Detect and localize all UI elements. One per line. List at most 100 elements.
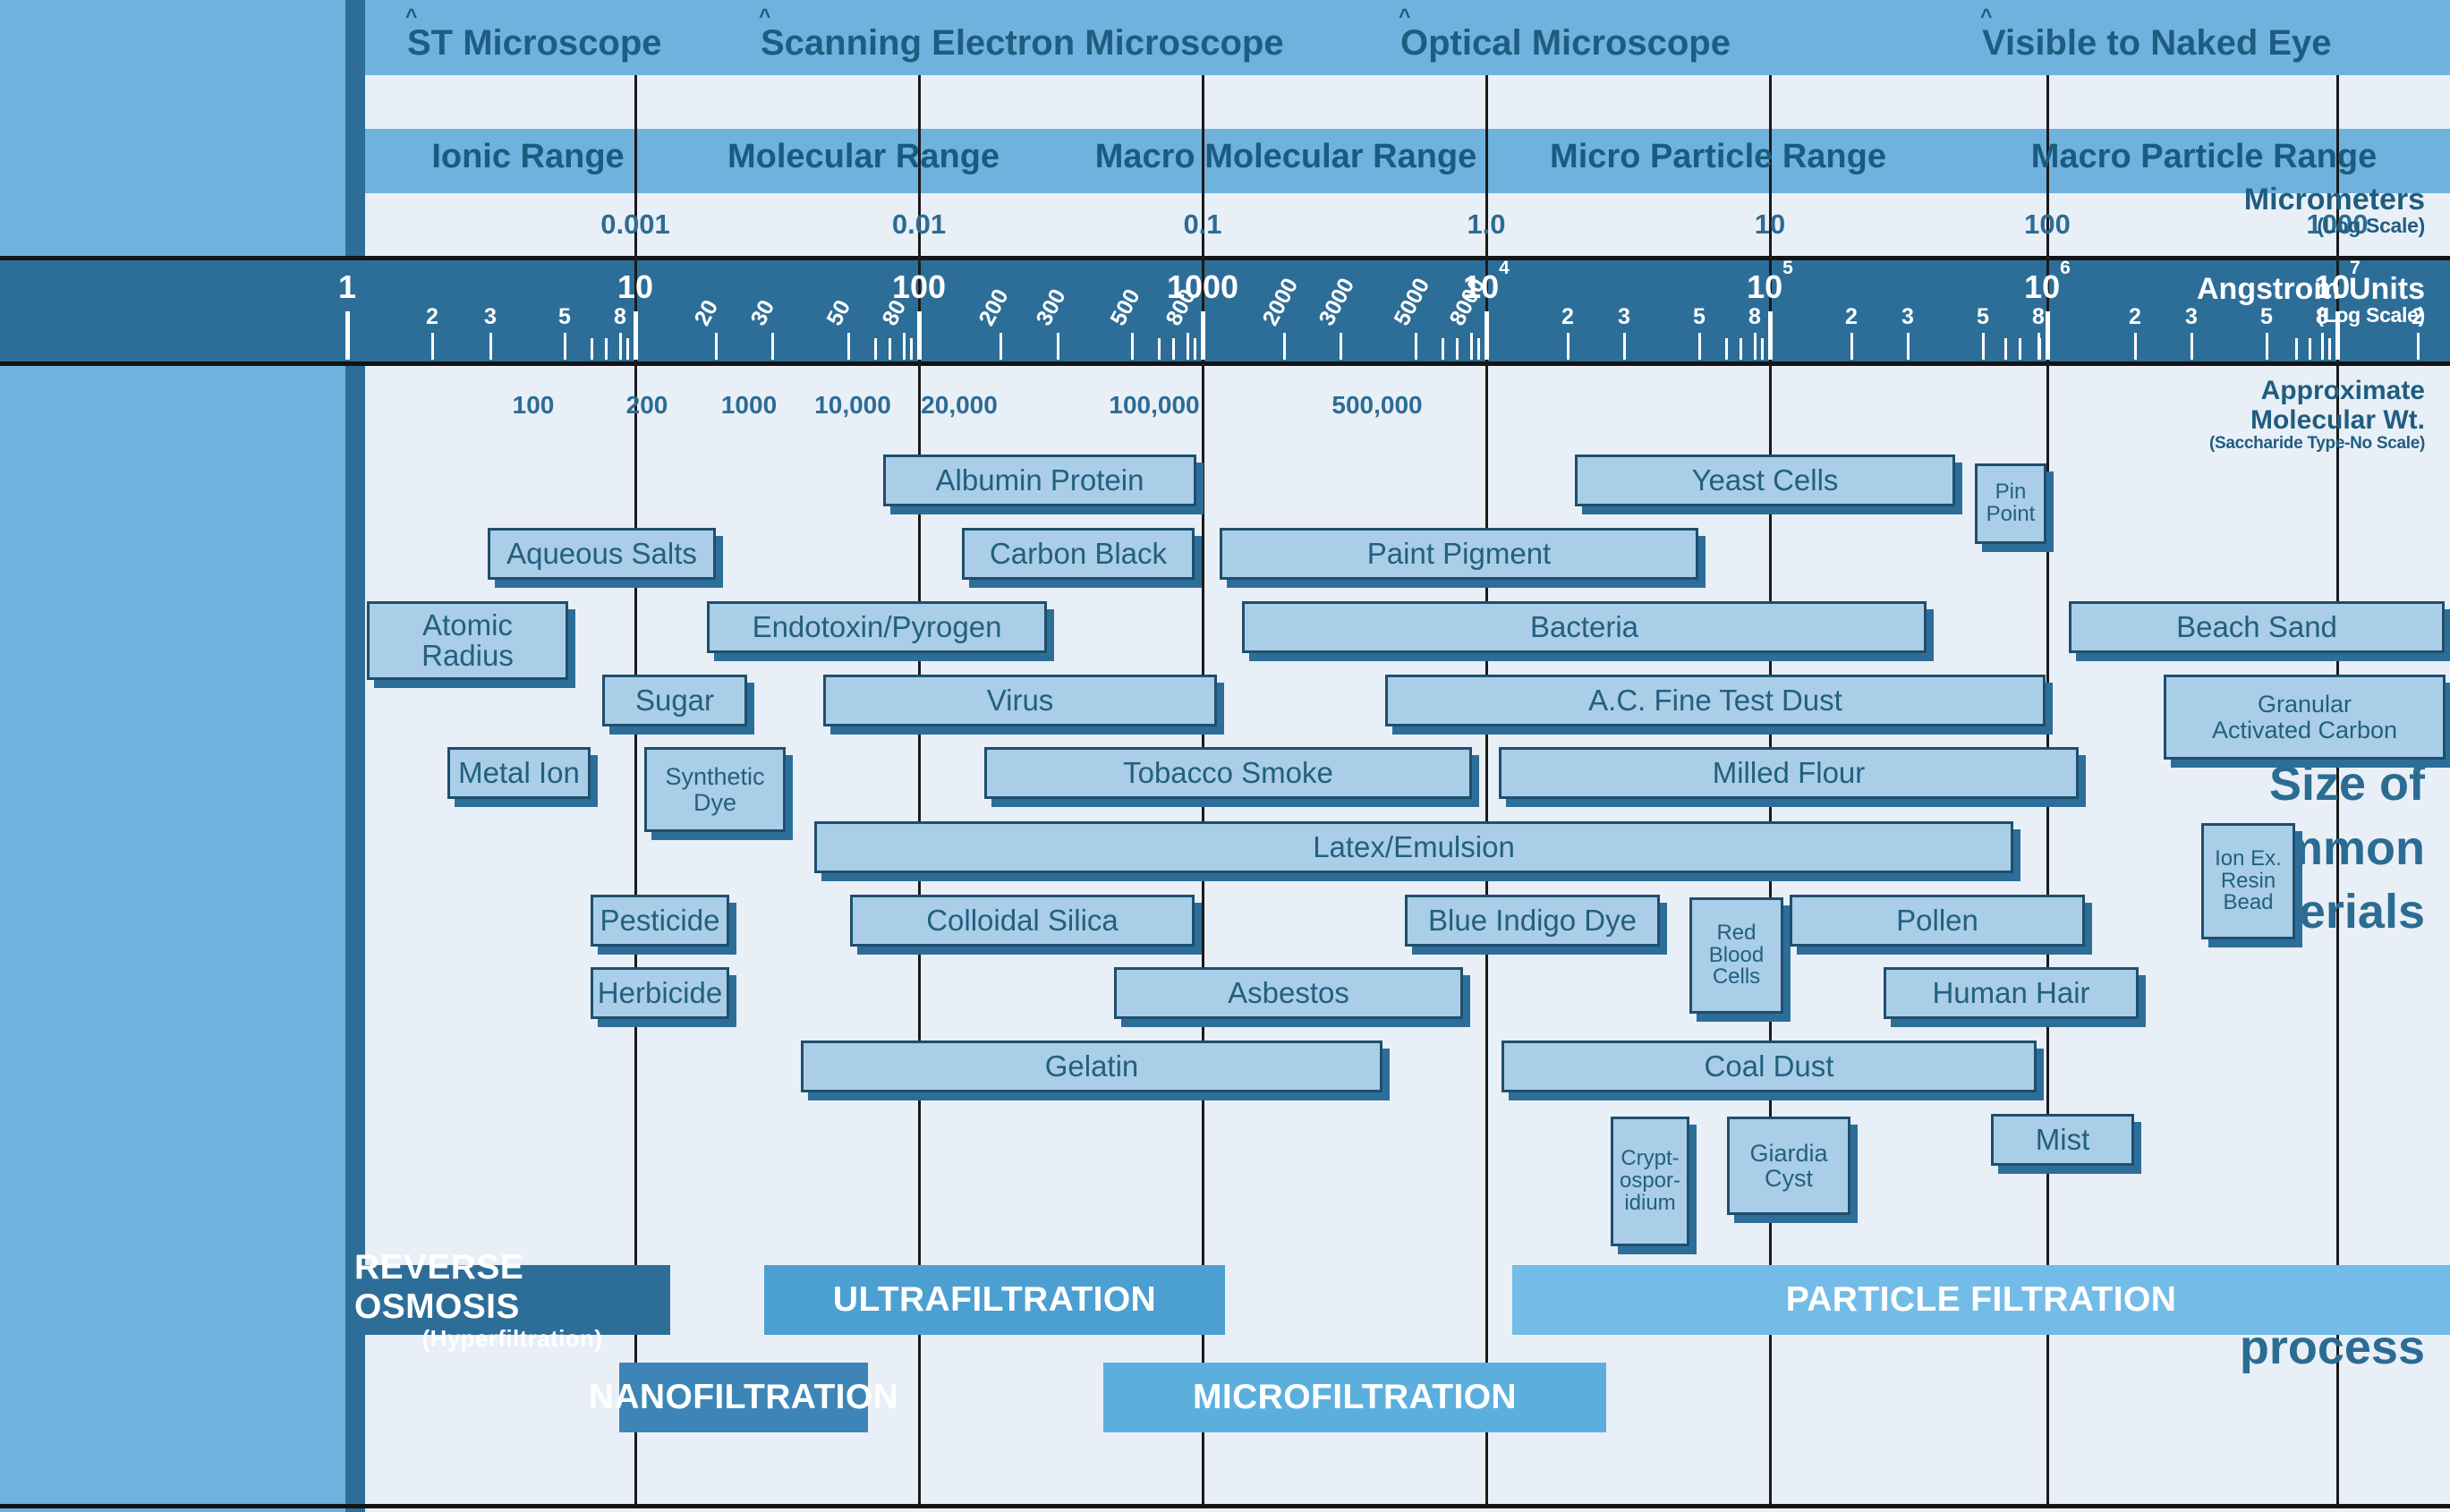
angstrom-major-tick	[1484, 311, 1489, 360]
row-label-micrometers: Micrometers (Log Scale)	[2243, 183, 2426, 236]
material-label: Asbestos	[1228, 975, 1349, 1009]
angstrom-minor-0: 2	[426, 304, 438, 329]
material-bar: Blue Indigo Dye	[1405, 895, 1660, 947]
angstrom-minor-tick	[489, 333, 492, 360]
separation-process-bar: ULTRAFILTRATION	[764, 1265, 1225, 1335]
material-label: Coal Dust	[1704, 1049, 1834, 1083]
material-bar: Milled Flour	[1499, 747, 2079, 799]
material-label: Metal Ion	[458, 755, 580, 789]
angstrom-subtick	[1456, 338, 1459, 360]
material-label: Milled Flour	[1712, 755, 1866, 789]
angstrom-subtick	[1158, 338, 1161, 360]
angstrom-minor-21: 3	[1901, 304, 1914, 329]
spacer-band	[365, 75, 2450, 129]
angstrom-minor-tick	[1131, 333, 1134, 360]
material-label: Crypt-ospor-idium	[1619, 1146, 1681, 1215]
angstrom-subtick	[2309, 338, 2311, 360]
separation-process-bar: MICROFILTRATION	[1103, 1363, 1606, 1432]
angstrom-minor-tick	[715, 333, 718, 360]
angstrom-minor-tick	[1907, 333, 1910, 360]
material-bar: Bacteria	[1242, 601, 1927, 653]
caret-icon: ^	[1980, 4, 1993, 28]
material-bar: Herbicide	[591, 967, 729, 1019]
angstrom-major-2: 100	[892, 268, 946, 306]
angstrom-subtick	[605, 338, 608, 360]
angstrom-minor-tick	[1698, 333, 1701, 360]
micrometers-title: Micrometers	[2243, 183, 2425, 217]
angstrom-major-5: 105	[1747, 258, 1793, 306]
size-range-2: Macro Molecular Range	[1094, 138, 1477, 175]
material-bar: Latex/Emulsion	[814, 821, 2013, 873]
angstrom-minor-22: 5	[1977, 304, 1989, 329]
material-bar: Sugar	[602, 675, 747, 726]
angstrom-subtick	[2328, 338, 2331, 360]
caret-icon: ^	[759, 4, 771, 28]
observation-method-label: Optical Microscope	[1400, 23, 1731, 63]
material-bar: Endotoxin/Pyrogen	[707, 601, 1047, 653]
material-label: Latex/Emulsion	[1313, 829, 1515, 863]
material-label: Tobacco Smoke	[1123, 755, 1333, 789]
angstrom-minor-1: 3	[484, 304, 497, 329]
material-bar: Virus	[823, 675, 1217, 726]
material-label: Ion Ex. Resin Bead	[2215, 845, 2282, 915]
angstrom-major-1: 10	[617, 268, 653, 306]
material-bar: Giardia Cyst	[1727, 1117, 1850, 1215]
material-label: Gelatin	[1044, 1049, 1139, 1083]
angstrom-minor-tick	[1000, 333, 1002, 360]
material-bar: Pollen	[1790, 895, 2085, 947]
material-label: Bacteria	[1529, 609, 1639, 643]
material-label: Granular Activated Carbon	[2211, 691, 2398, 743]
molecular-weight-tick-3: 10,000	[814, 391, 891, 419]
observation-method-2: ^ Optical Microscope	[1399, 4, 1731, 64]
angstrom-subtick	[2038, 338, 2041, 360]
material-label: Giardia Cyst	[1749, 1139, 1828, 1192]
angstrom-minor-tick	[1470, 333, 1473, 360]
molwt-subtitle: (Saccharide Type-No Scale)	[2208, 434, 2425, 453]
angstrom-minor-tick	[1850, 333, 1853, 360]
angstrom-major-tick	[1768, 311, 1773, 360]
material-bar: Albumin Protein	[883, 454, 1196, 506]
angstrom-minor-tick	[619, 333, 622, 360]
angstrom-subtick	[626, 338, 629, 360]
relative-size-line-1: Size of	[2268, 757, 2425, 811]
angstrom-major-label: 1	[337, 268, 357, 305]
material-bar: Coal Dust	[1501, 1041, 2037, 1092]
angstrom-minor-tick	[1567, 333, 1570, 360]
left-label-column	[0, 0, 345, 1512]
material-label: Mist	[2035, 1122, 2090, 1156]
angstrom-minor-tick	[2266, 333, 2268, 360]
material-bar: Pin Point	[1975, 463, 2046, 544]
material-bar: Human Hair	[1884, 967, 2139, 1019]
angstrom-band-top-rule	[0, 256, 2450, 260]
material-bar: Pesticide	[591, 895, 729, 947]
angstrom-minor-tick	[1187, 333, 1189, 360]
angstrom-minor-tick	[1057, 333, 1059, 360]
micrometer-band	[365, 193, 2450, 260]
angstrom-subtitle: (Log Scale)	[2317, 302, 2425, 327]
angstrom-major-tick	[1201, 311, 1205, 360]
molecular-weight-tick-6: 500,000	[1331, 391, 1423, 419]
size-range-0: Ionic Range	[431, 138, 625, 175]
filtration-spectrum-chart: ^ ST Microscope ^ Scanning Electron Microsc…	[0, 0, 2450, 1512]
angstrom-title: Angstrom Units	[2197, 272, 2425, 306]
angstrom-minor-20: 2	[1845, 304, 1858, 329]
separation-process-sublabel: (Hyperfiltration)	[421, 1324, 603, 1352]
material-label: Albumin Protein	[935, 463, 1144, 497]
material-bar: Carbon Black	[962, 528, 1195, 580]
separation-process-label: PARTICLE FILTRATION	[1785, 1280, 2177, 1319]
micrometer-tick-1: 0.01	[891, 208, 947, 240]
material-bar: Red Blood Cells	[1689, 897, 1783, 1014]
material-bar: Aqueous Salts	[488, 528, 716, 580]
size-range-1: Molecular Range	[727, 138, 1000, 175]
angstrom-minor-23: 8	[2032, 304, 2045, 329]
angstrom-minor-16: 2	[1561, 304, 1574, 329]
material-bar: A.C. Fine Test Dust	[1385, 675, 2046, 726]
molecular-weight-tick-1: 200	[625, 391, 668, 419]
angstrom-subtick	[1194, 338, 1196, 360]
angstrom-minor-tick	[903, 333, 906, 360]
angstrom-minor-18: 5	[1693, 304, 1706, 329]
angstrom-minor-tick	[1340, 333, 1342, 360]
material-bar: Gelatin	[801, 1041, 1382, 1092]
angstrom-major-label: 10	[2024, 268, 2061, 305]
material-label: Colloidal Silica	[926, 903, 1119, 937]
